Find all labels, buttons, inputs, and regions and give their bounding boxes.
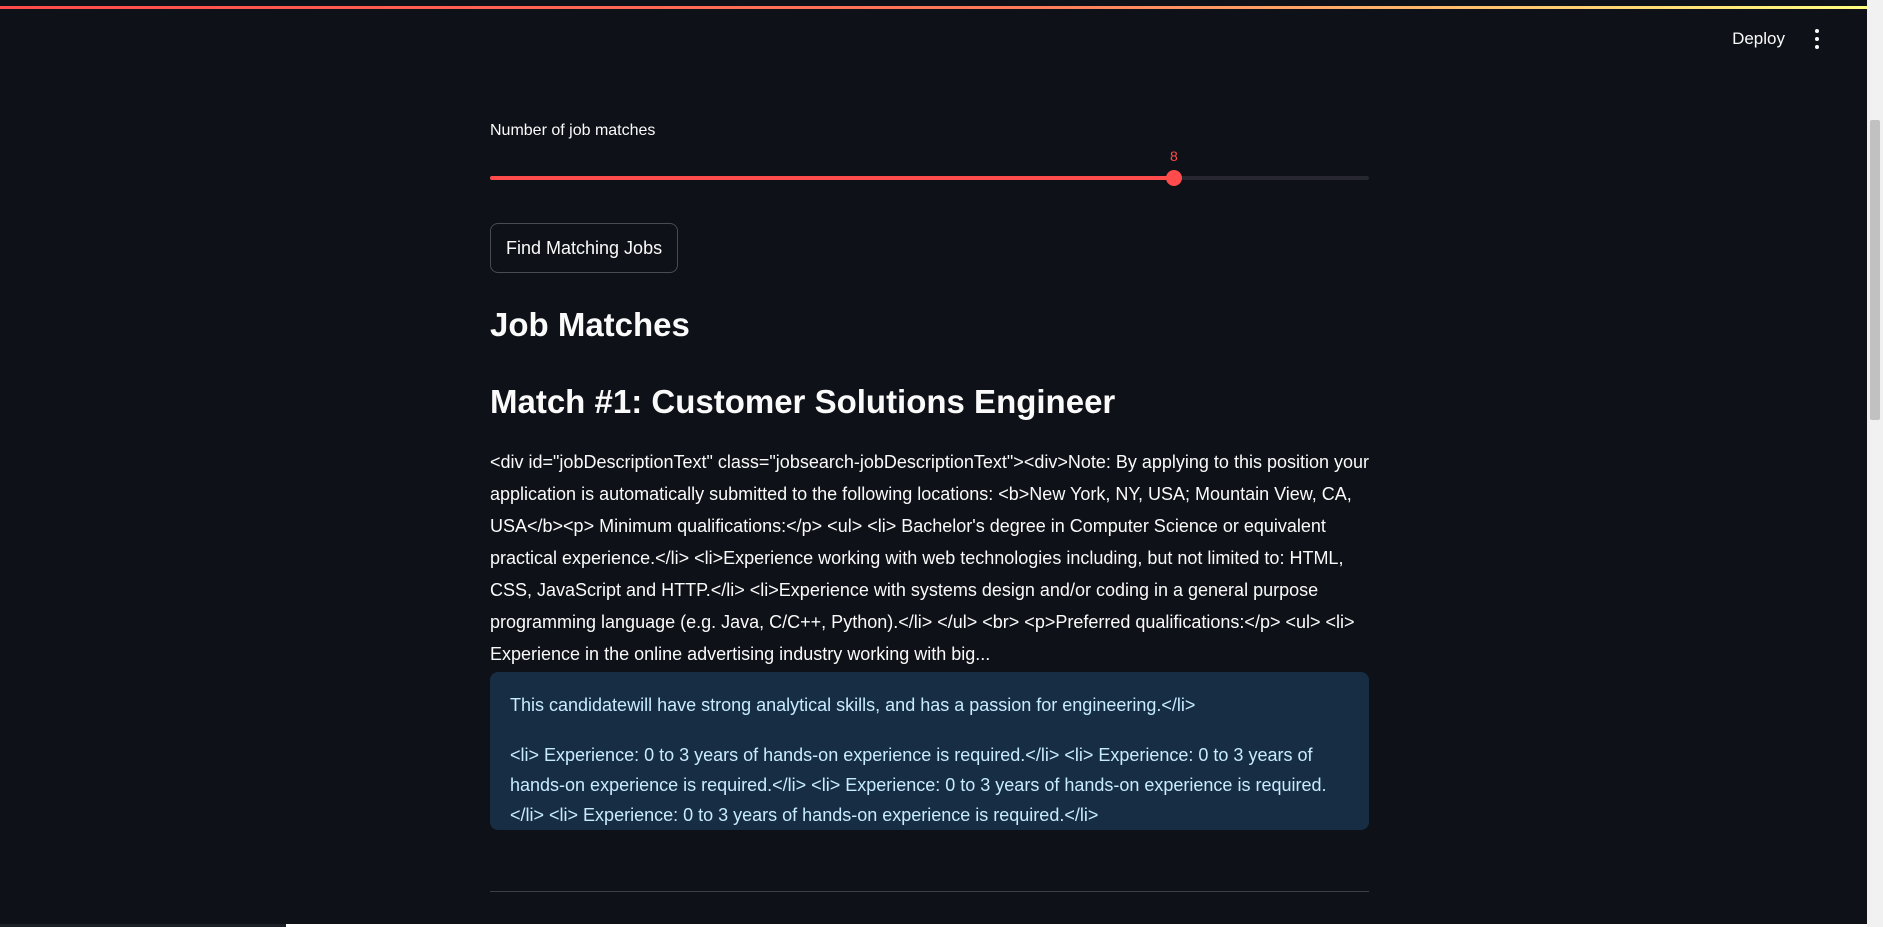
job-matches-slider[interactable]: 8 [490, 148, 1369, 186]
job-description: <div id="jobDescriptionText" class="jobs… [490, 452, 1369, 664]
slider-fill [490, 176, 1174, 180]
info-text: This candidatewill have strong analytica… [510, 695, 1196, 715]
top-decoration-bar [0, 6, 1867, 9]
slider-value: 8 [1169, 148, 1178, 164]
section-divider [490, 891, 1369, 892]
slider-thumb[interactable] [1165, 170, 1182, 186]
scrollbar-thumb[interactable] [1870, 120, 1880, 420]
match-title: Match #1: Customer Solutions Engineer [490, 383, 1116, 420]
deploy-button[interactable]: Deploy [1732, 29, 1785, 49]
kebab-menu-icon[interactable] [1807, 28, 1827, 50]
kebab-dot [1815, 29, 1819, 33]
kebab-dot [1815, 45, 1819, 49]
slider-label: Number of job matches [490, 122, 656, 139]
info-box: This candidatewill have strong analytica… [490, 672, 1369, 830]
find-matching-jobs-button[interactable]: Find Matching Jobs [490, 223, 679, 273]
page-scrollbar[interactable] [1867, 0, 1883, 927]
job-matches-heading: Job Matches [490, 306, 690, 343]
app-header: Deploy [1732, 28, 1827, 50]
kebab-dot [1815, 37, 1819, 41]
app-main-area: Deploy Number of job matches 8 Find Matc… [0, 0, 1867, 924]
info-text: <li> Experience: 0 to 3 years of hands-o… [510, 745, 1327, 825]
